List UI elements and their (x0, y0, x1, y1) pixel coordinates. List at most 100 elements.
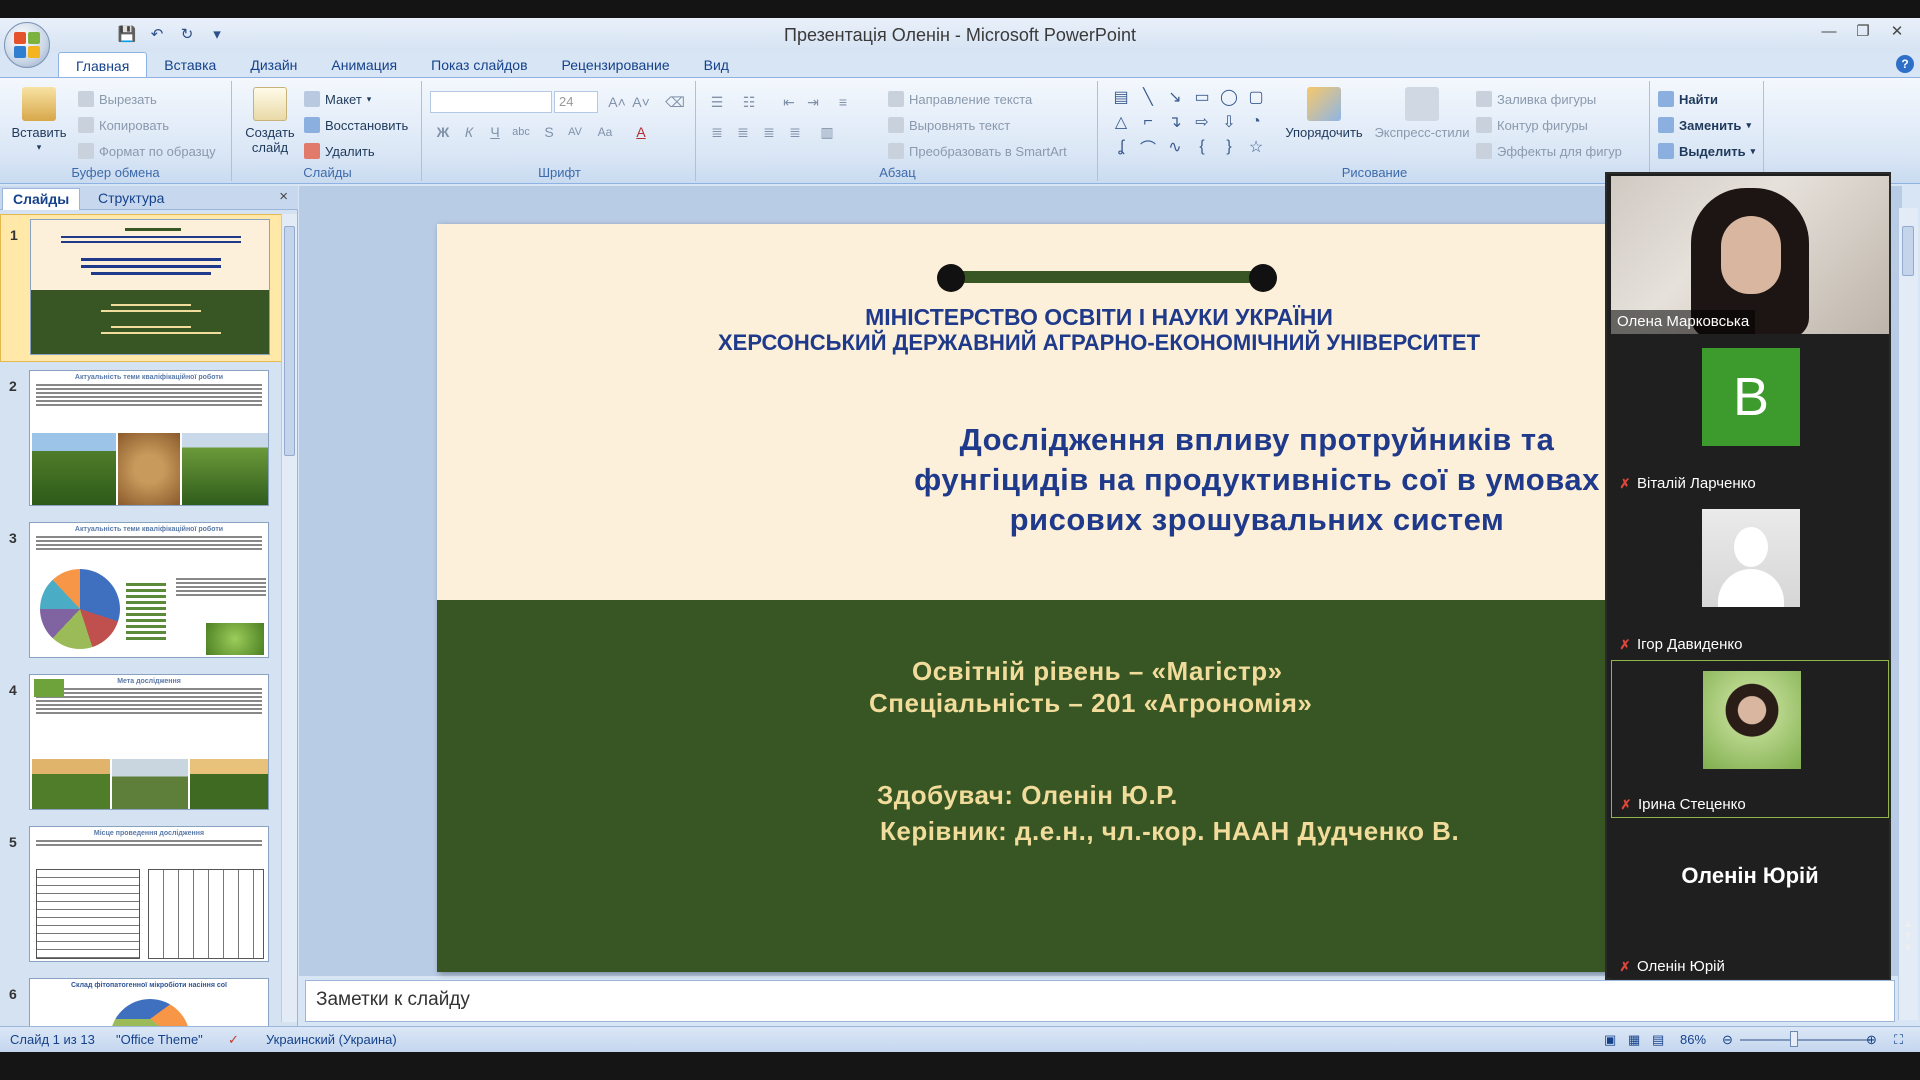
line-shape-icon[interactable]: ╲ (1137, 86, 1159, 108)
slide-thumbnail-2[interactable]: 2 Актуальність теми кваліфікаційної робо… (0, 366, 282, 514)
strikethrough-icon[interactable]: abc (510, 121, 532, 143)
text-direction-button[interactable]: Направление текста (888, 91, 1032, 107)
slide-thumbnail-1[interactable]: 1 (0, 214, 282, 362)
font-name-combo[interactable] (430, 91, 552, 113)
down-arrow-shape-icon[interactable]: ⇩ (1218, 111, 1240, 133)
zoom-out-icon[interactable]: ⊖ (1722, 1032, 1733, 1048)
oval-shape-icon[interactable]: ◯ (1218, 86, 1240, 108)
select-button[interactable]: Выделить ▾ (1658, 143, 1755, 159)
grow-font-icon[interactable]: A˄ (606, 91, 628, 113)
tab-review[interactable]: Рецензирование (545, 52, 687, 78)
reset-button[interactable]: Восстановить (304, 117, 408, 133)
shape-fill-button[interactable]: Заливка фигуры (1476, 91, 1596, 107)
align-text-button[interactable]: Выровнять текст (888, 117, 1010, 133)
spellcheck-icon[interactable]: ✓ (228, 1032, 239, 1048)
close-panel-icon[interactable]: × (279, 188, 288, 205)
normal-view-icon[interactable]: ▣ (1604, 1032, 1616, 1048)
font-color-icon[interactable]: A (630, 121, 652, 143)
smartart-button[interactable]: Преобразовать в SmartArt (888, 143, 1067, 159)
shape-outline-button[interactable]: Контур фигуры (1476, 117, 1588, 133)
participant-tile-4[interactable]: ✗ Ірина Стеценко (1611, 660, 1889, 818)
slide-sorter-icon[interactable]: ▦ (1628, 1032, 1640, 1048)
close-icon[interactable]: ✕ (1880, 20, 1914, 42)
cut-button[interactable]: Вырезать (78, 91, 157, 107)
slide-scrollbar[interactable] (1898, 208, 1918, 1020)
bullets-icon[interactable]: ☰ (706, 91, 728, 113)
line-spacing-icon[interactable]: ≡ (832, 91, 854, 113)
zoom-level[interactable]: 86% (1680, 1032, 1706, 1047)
university-heading[interactable]: ХЕРСОНСЬКИЙ ДЕРЖАВНИЙ АГРАРНО-ЕКОНОМІЧНИ… (449, 330, 1737, 356)
zoom-in-icon[interactable]: ⊕ (1866, 1032, 1877, 1048)
minimize-icon[interactable]: — (1812, 20, 1846, 42)
quick-styles-button[interactable]: Экспресс-стили (1370, 87, 1474, 140)
italic-icon[interactable]: К (458, 121, 480, 143)
notes-pane[interactable]: Заметки к слайду (305, 980, 1895, 1022)
clear-formatting-icon[interactable]: ⌫ (664, 91, 686, 113)
zoom-slider[interactable] (1740, 1039, 1870, 1041)
change-case-icon[interactable]: Aa (594, 121, 616, 143)
office-button[interactable] (4, 22, 50, 68)
language[interactable]: Украинский (Украина) (266, 1032, 397, 1047)
tab-animation[interactable]: Анимация (314, 52, 414, 78)
participant-tile-2[interactable]: B ✗ Віталій Ларченко (1611, 338, 1889, 496)
slide-thumbnail-5[interactable]: 5 Місце проведення дослідження (0, 822, 282, 970)
participants-scroll-arrows-icon[interactable]: ▲ ▼ ▼ (1898, 918, 1918, 958)
slide-thumbnail-6[interactable]: 6 Склад фітопатогенної мікробіоти насінн… (0, 974, 282, 1026)
participant-tile-3[interactable]: ✗ Ігор Давиденко (1611, 499, 1889, 657)
tab-home[interactable]: Главная (58, 52, 148, 78)
slide-title-line-3[interactable]: рисових зрошувальних систем (757, 500, 1737, 540)
delete-slide-button[interactable]: Удалить (304, 143, 375, 159)
shrink-font-icon[interactable]: A˅ (630, 91, 652, 113)
education-level[interactable]: Освітній рівень – «Магістр» (912, 656, 1283, 687)
copy-button[interactable]: Копировать (78, 117, 169, 133)
tab-outline-panel[interactable]: Структура (88, 188, 174, 210)
new-slide-button[interactable]: Создать слайд (238, 87, 302, 155)
participant-tile-5[interactable]: Оленін Юрій ✗ Оленін Юрій (1611, 821, 1889, 979)
rectangle-shape-icon[interactable]: ▭ (1191, 86, 1213, 108)
applicant[interactable]: Здобувач: Оленін Ю.Р. (877, 780, 1178, 811)
tab-insert[interactable]: Вставка (147, 52, 233, 78)
slideshow-view-icon[interactable]: ▤ (1652, 1032, 1664, 1048)
increase-indent-icon[interactable]: ⇥ (802, 91, 824, 113)
elbow-arrow-icon[interactable]: ↴ (1164, 111, 1186, 133)
current-slide[interactable]: МІНІСТЕРСТВО ОСВІТИ І НАУКИ УКРАЇНИ ХЕРС… (437, 224, 1737, 972)
align-center-icon[interactable]: ≣ (732, 121, 754, 143)
restore-icon[interactable]: ❐ (1846, 20, 1880, 42)
find-button[interactable]: Найти (1658, 91, 1718, 107)
shapes-gallery[interactable]: ▤ ╲ ↘ ▭ ◯ ▢ △ ⌐ ↴ ⇨ ⇩ ◔ ʆ ⌒ ∿ { } ☆ (1110, 86, 1269, 158)
slide-title-line-1[interactable]: Дослідження впливу протруйників та (757, 420, 1737, 460)
arrange-button[interactable]: Упорядочить (1276, 87, 1372, 140)
slide-thumbnail-3[interactable]: 3 Актуальність теми кваліфікаційної робо… (0, 518, 282, 666)
fit-slide-icon[interactable]: ⛶ (1894, 1032, 1903, 1048)
numbering-icon[interactable]: ☷ (738, 91, 760, 113)
zoom-slider-thumb[interactable] (1790, 1031, 1798, 1047)
right-arrow-shape-icon[interactable]: ⇨ (1191, 111, 1213, 133)
scroll-thumb[interactable] (1902, 226, 1914, 276)
columns-icon[interactable]: ▥ (816, 121, 838, 143)
align-right-icon[interactable]: ≣ (758, 121, 780, 143)
star-shape-icon[interactable]: ☆ (1245, 136, 1267, 158)
scroll-thumb[interactable] (284, 226, 295, 456)
arrow-line-shape-icon[interactable]: ↘ (1164, 86, 1186, 108)
left-brace-icon[interactable]: { (1191, 136, 1213, 158)
rounded-rect-shape-icon[interactable]: ▢ (1245, 86, 1267, 108)
participant-tile-1[interactable]: Олена Марковська (1611, 176, 1889, 334)
right-brace-icon[interactable]: } (1218, 136, 1240, 158)
slide-title-line-2[interactable]: фунгіцидів на продуктивність сої в умова… (757, 460, 1737, 500)
decrease-indent-icon[interactable]: ⇤ (778, 91, 800, 113)
thumbnails-scrollbar[interactable] (281, 214, 297, 1022)
format-painter-button[interactable]: Формат по образцу (78, 143, 216, 159)
justify-icon[interactable]: ≣ (784, 121, 806, 143)
slide-thumbnail-4[interactable]: 4 Мета дослідження (0, 670, 282, 818)
underline-icon[interactable]: Ч (484, 121, 506, 143)
ministry-heading[interactable]: МІНІСТЕРСТВО ОСВІТИ І НАУКИ УКРАЇНИ (449, 304, 1737, 331)
font-size-combo[interactable]: 24 (554, 91, 598, 113)
align-left-icon[interactable]: ≣ (706, 121, 728, 143)
tab-slideshow[interactable]: Показ слайдов (414, 52, 544, 78)
arc-shape-icon[interactable]: ⌒ (1137, 136, 1159, 158)
paste-button[interactable]: Вставить ▾ (8, 87, 70, 155)
bold-icon[interactable]: Ж (432, 121, 454, 143)
char-spacing-icon[interactable]: AV (564, 121, 586, 143)
textbox-shape-icon[interactable]: ▤ (1110, 86, 1132, 108)
triangle-shape-icon[interactable]: △ (1110, 111, 1132, 133)
